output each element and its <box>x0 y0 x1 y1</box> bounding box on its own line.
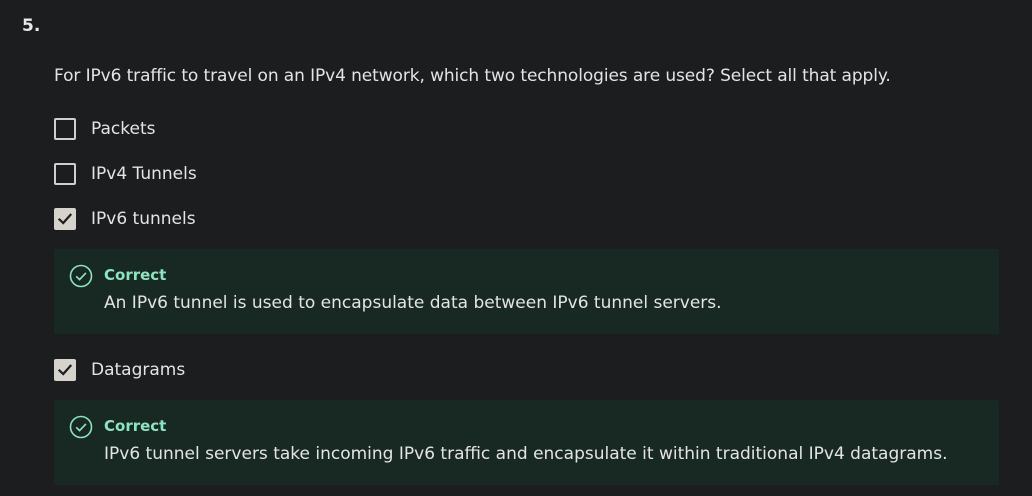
option-ipv4-tunnels[interactable]: IPv4 Tunnels <box>54 163 197 185</box>
feedback-status: Correct <box>104 417 167 435</box>
feedback-status: Correct <box>104 266 167 284</box>
feedback-explanation: IPv6 tunnel servers take incoming IPv6 t… <box>104 444 948 464</box>
option-label: Datagrams <box>91 360 186 380</box>
question-text: For IPv6 traffic to travel on an IPv4 ne… <box>54 66 891 86</box>
feedback-explanation: An IPv6 tunnel is used to encapsulate da… <box>104 293 722 313</box>
option-label: IPv4 Tunnels <box>91 164 197 184</box>
option-label: Packets <box>91 119 156 139</box>
checkbox-ipv4-tunnels[interactable] <box>54 163 76 185</box>
checkbox-ipv6-tunnels[interactable] <box>54 208 76 230</box>
check-icon <box>57 364 73 376</box>
option-label: IPv6 tunnels <box>91 209 196 229</box>
feedback-box: Correct IPv6 tunnel servers take incomin… <box>54 400 999 485</box>
feedback-box: Correct An IPv6 tunnel is used to encaps… <box>54 249 999 334</box>
option-datagrams[interactable]: Datagrams <box>54 359 185 381</box>
checkbox-datagrams[interactable] <box>54 359 76 381</box>
quiz-question-page: 5. For IPv6 traffic to travel on an IPv4… <box>0 0 1032 496</box>
checkbox-packets[interactable] <box>54 118 76 140</box>
check-circle-icon <box>69 264 93 288</box>
option-packets[interactable]: Packets <box>54 118 155 140</box>
check-icon <box>57 213 73 225</box>
question-number: 5. <box>22 16 41 36</box>
check-circle-icon <box>69 415 93 439</box>
option-ipv6-tunnels[interactable]: IPv6 tunnels <box>54 208 196 230</box>
